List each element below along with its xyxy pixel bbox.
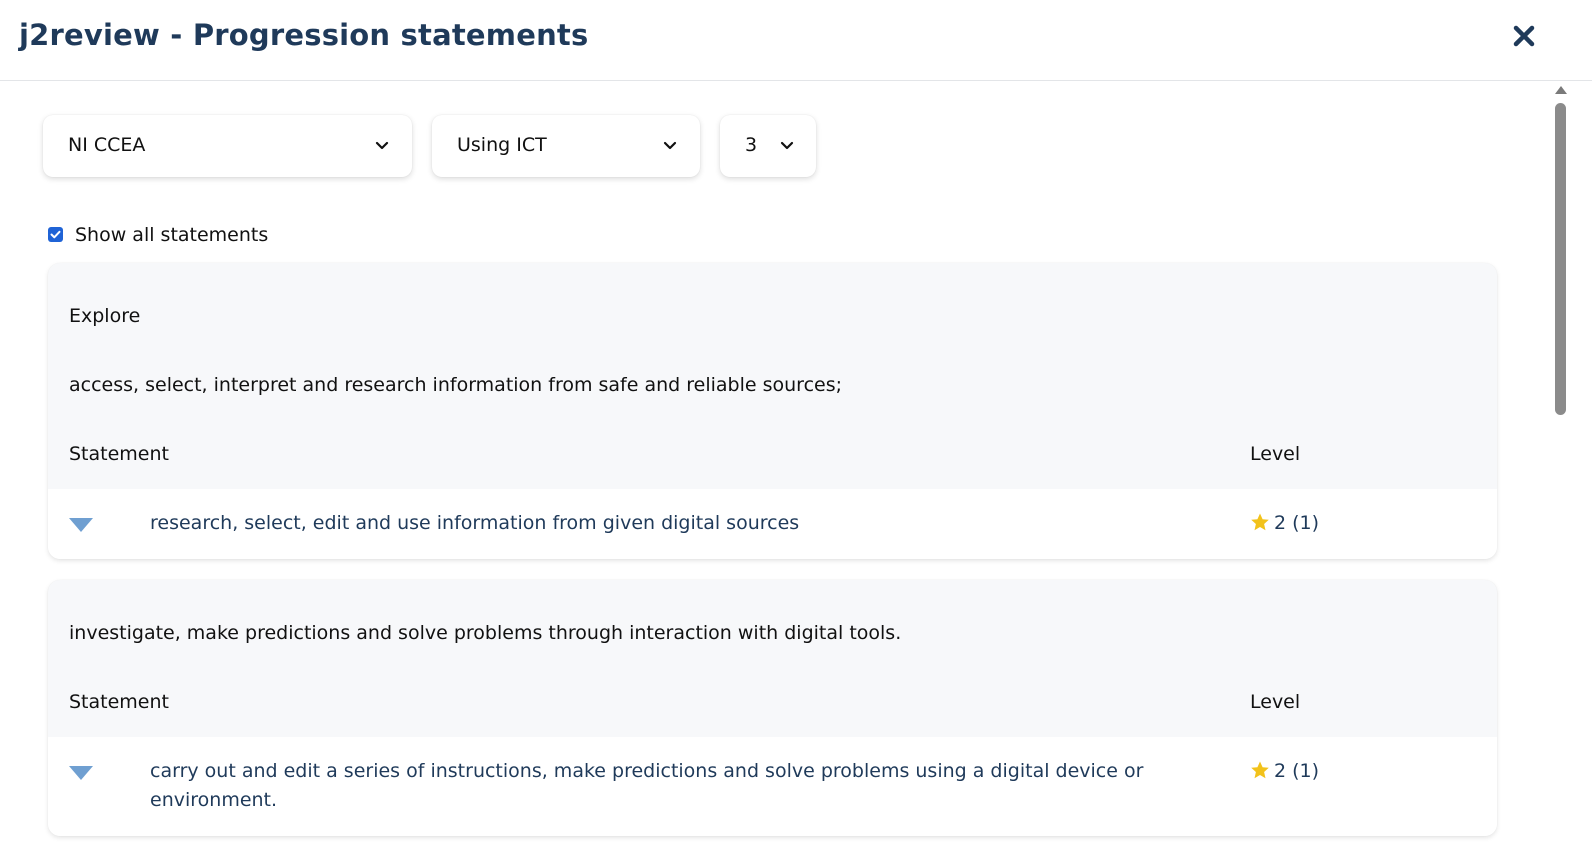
chevron-down-icon <box>375 141 389 150</box>
level-select[interactable]: 3 <box>720 115 816 177</box>
main-content: NI CCEA Using ICT 3 Show all statements … <box>0 81 1552 856</box>
column-header-statement: Statement <box>69 443 169 465</box>
dialog-header: j2review - Progression statements <box>0 0 1592 81</box>
vertical-scrollbar[interactable] <box>1552 81 1568 856</box>
group-description: access, select, interpret and research i… <box>69 374 843 396</box>
star-icon <box>1251 761 1269 779</box>
column-header-level: Level <box>1250 443 1301 465</box>
check-icon <box>50 230 61 239</box>
table-row: research, select, edit and use informati… <box>48 489 1497 559</box>
chevron-down-icon <box>663 141 677 150</box>
expand-triangle-icon[interactable] <box>69 766 93 780</box>
star-icon <box>1251 513 1269 531</box>
close-icon <box>1513 25 1535 47</box>
level-select-value: 3 <box>745 134 758 156</box>
column-header-level: Level <box>1250 691 1301 713</box>
level-value: 2 (1) <box>1274 760 1320 782</box>
statement-text: research, select, edit and use informati… <box>150 512 800 534</box>
level-badge: 2 (1) <box>1250 512 1319 534</box>
curriculum-select[interactable]: NI CCEA <box>43 115 412 177</box>
curriculum-select-value: NI CCEA <box>68 134 146 156</box>
level-value: 2 (1) <box>1274 512 1320 534</box>
show-all-label: Show all statements <box>75 224 269 246</box>
table-row: carry out and edit a series of instructi… <box>48 737 1497 836</box>
statement-text: carry out and edit a series of instructi… <box>150 760 1144 811</box>
group-heading: Explore <box>69 305 141 327</box>
column-header-statement: Statement <box>69 691 169 713</box>
expand-triangle-icon[interactable] <box>69 518 93 532</box>
statement-group: investigate, make predictions and solve … <box>48 580 1497 836</box>
group-description: investigate, make predictions and solve … <box>69 622 902 644</box>
statement-group: Explore access, select, interpret and re… <box>48 263 1497 559</box>
page-title: j2review - Progression statements <box>19 18 589 52</box>
scroll-thumb[interactable] <box>1555 103 1566 415</box>
level-badge: 2 (1) <box>1250 760 1319 782</box>
subject-select[interactable]: Using ICT <box>432 115 700 177</box>
chevron-down-icon <box>780 141 794 150</box>
subject-select-value: Using ICT <box>457 134 547 156</box>
close-button[interactable] <box>1508 20 1540 52</box>
scroll-up-arrow-icon[interactable] <box>1555 86 1567 94</box>
show-all-checkbox[interactable] <box>48 227 63 242</box>
